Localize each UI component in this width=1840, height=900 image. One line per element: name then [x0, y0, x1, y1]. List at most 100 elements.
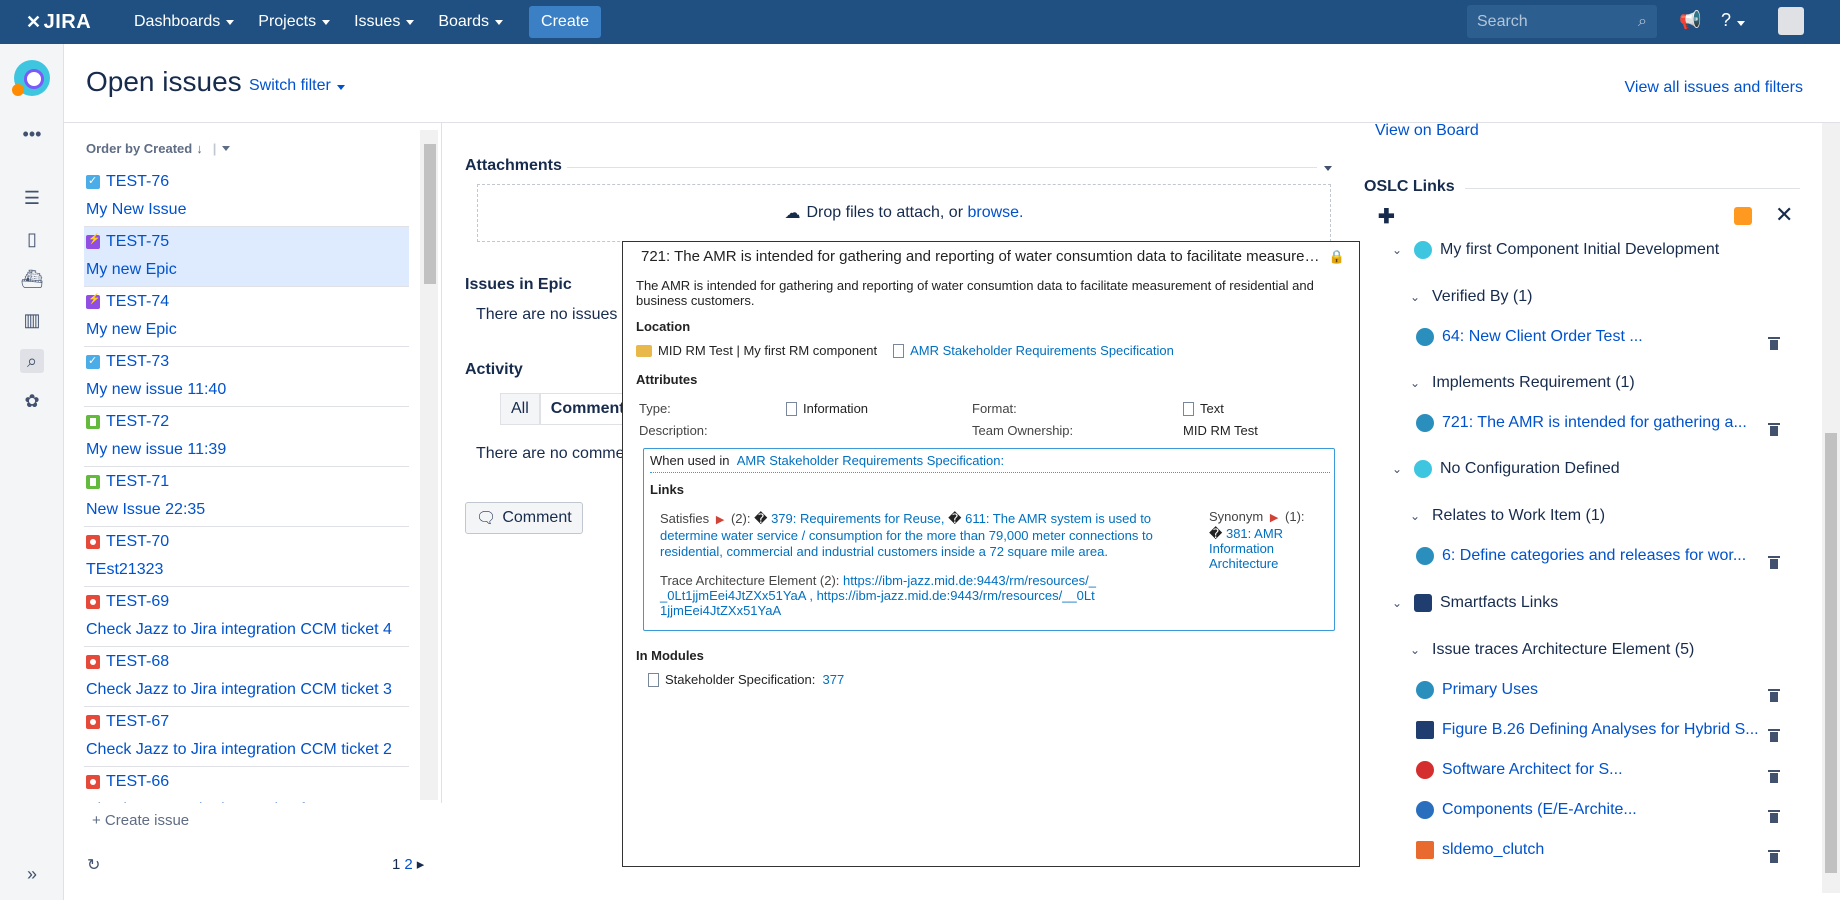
issue-key[interactable]: TEST-73 [86, 353, 409, 371]
issue-key[interactable]: TEST-67 [86, 713, 409, 731]
tree-node-no-config[interactable]: ⌄ No Configuration Defined [1392, 460, 1620, 478]
issue-summary[interactable]: Check Jazz to Jira integration CCM ticke… [86, 681, 409, 699]
module-link[interactable]: 377 [823, 672, 845, 687]
popup-description: The AMR is intended for gathering and re… [636, 278, 1314, 308]
issue-key[interactable]: TEST-66 [86, 773, 409, 791]
search-input[interactable]: Search ⌕ [1467, 5, 1657, 38]
oslc-link-figure[interactable]: Figure B.26 Defining Analyses for Hybrid… [1416, 721, 1759, 739]
close-icon[interactable]: ✕ [1775, 202, 1793, 228]
jira-logo[interactable]: ✕ JIRA [26, 11, 110, 34]
comment-button[interactable]: 🗨 Comment [465, 502, 583, 534]
list-item[interactable]: TEST-70 TEst21323 [84, 527, 409, 587]
list-item[interactable]: TEST-74 My new Epic [84, 287, 409, 347]
location-doc-link[interactable]: AMR Stakeholder Requirements Specificati… [910, 343, 1174, 358]
list-item[interactable]: TEST-71 New Issue 22:35 [84, 467, 409, 527]
panel-scrollbar[interactable] [1822, 123, 1840, 893]
attachment-dropzone[interactable]: ☁ Drop files to attach, or browse. [477, 184, 1331, 242]
page-2-link[interactable]: 2 [404, 856, 412, 873]
oslc-link-test[interactable]: 64: New Client Order Test ... [1416, 328, 1643, 346]
reports-icon[interactable]: ▥ [20, 308, 44, 332]
user-avatar[interactable] [1778, 7, 1804, 35]
delete-icon[interactable] [1767, 334, 1781, 350]
issue-summary[interactable]: New Issue 22:35 [86, 501, 409, 519]
delete-icon[interactable] [1767, 767, 1781, 783]
issues-icon[interactable]: ⌕ [20, 349, 44, 373]
tree-node-traces[interactable]: ⌄ Issue traces Architecture Element (5) [1410, 641, 1694, 659]
tree-node-verified-by[interactable]: ⌄ Verified By (1) [1410, 288, 1532, 306]
refresh-icon[interactable]: ↻ [87, 855, 100, 875]
delete-icon[interactable] [1767, 847, 1781, 863]
issue-summary[interactable]: Check Jazz to Jira integration CCM ticke… [86, 621, 409, 639]
issue-key[interactable]: TEST-70 [86, 533, 409, 551]
nav-boards[interactable]: Boards [438, 13, 504, 31]
switch-filter-dropdown[interactable]: Switch filter [249, 77, 345, 95]
list-item[interactable]: TEST-68 Check Jazz to Jira integration CC… [84, 647, 409, 707]
create-button[interactable]: Create [529, 6, 602, 38]
oslc-link-requirement[interactable]: 721: The AMR is intended for gathering a… [1416, 414, 1747, 432]
view-all-issues-link[interactable]: View all issues and filters [1625, 79, 1803, 97]
triangle-right-icon: ▶ [712, 514, 728, 526]
oslc-link-work-item[interactable]: 6: Define categories and releases for wo… [1416, 547, 1746, 565]
add-link-icon[interactable]: ✚ [1378, 204, 1395, 229]
order-by-button[interactable]: Order by Created ↓ | [86, 141, 231, 156]
list-scrollbar[interactable] [420, 130, 438, 800]
backlog-icon[interactable]: ☰ [20, 186, 44, 210]
delete-icon[interactable] [1767, 686, 1781, 702]
delete-icon[interactable] [1767, 726, 1781, 742]
oslc-config-icon[interactable] [1734, 207, 1752, 225]
announcement-icon[interactable]: 📢 [1679, 10, 1701, 31]
tree-node-component[interactable]: ⌄ My first Component Initial Development [1392, 241, 1719, 259]
chevron-down-icon[interactable] [1324, 166, 1332, 171]
issue-summary[interactable]: My New Issue [86, 201, 409, 219]
oslc-link-sldemo[interactable]: sldemo_clutch [1416, 841, 1544, 859]
create-issue-link[interactable]: + Create issue [92, 812, 189, 829]
issue-key[interactable]: TEST-75 [86, 233, 409, 251]
delete-icon[interactable] [1767, 420, 1781, 436]
list-item[interactable]: TEST-76 My New Issue [84, 167, 409, 227]
addons-icon[interactable]: ✿ [20, 389, 44, 413]
tree-node-smartfacts[interactable]: ⌄ Smartfacts Links [1392, 594, 1558, 612]
expand-sidebar-icon[interactable]: » [20, 862, 44, 886]
list-item[interactable]: TEST-67 Check Jazz to Jira integration CC… [84, 707, 409, 767]
issue-summary[interactable]: My new Epic [86, 321, 409, 339]
tab-all[interactable]: All [500, 393, 540, 425]
used-in-link[interactable]: AMR Stakeholder Requirements Specificati… [737, 453, 1004, 468]
nav-dashboards[interactable]: Dashboards [134, 13, 235, 31]
scrollbar-thumb[interactable] [1825, 433, 1837, 873]
tree-node-implements[interactable]: ⌄ Implements Requirement (1) [1410, 374, 1635, 392]
list-item[interactable]: TEST-73 My new issue 11:40 [84, 347, 409, 407]
list-item[interactable]: TEST-75 My new Epic [84, 227, 409, 287]
issue-summary[interactable]: My new Epic [86, 261, 409, 279]
oslc-link-architect[interactable]: Software Architect for S... [1416, 761, 1623, 779]
browse-link[interactable]: browse. [967, 204, 1023, 222]
issue-key[interactable]: TEST-76 [86, 173, 409, 191]
nav-projects[interactable]: Projects [258, 13, 331, 31]
issue-summary[interactable]: My new issue 11:39 [86, 441, 409, 459]
scrollbar-thumb[interactable] [424, 144, 436, 284]
next-page-icon[interactable]: ▸ [417, 855, 425, 873]
issue-summary[interactable]: TEst21323 [86, 561, 409, 579]
tree-node-relates[interactable]: ⌄ Relates to Work Item (1) [1410, 507, 1605, 525]
list-item[interactable]: TEST-69 Check Jazz to Jira integration CC… [84, 587, 409, 647]
help-icon[interactable]: ? [1721, 10, 1746, 31]
releases-icon[interactable]: ⛴ [20, 267, 44, 291]
issue-key[interactable]: TEST-72 [86, 413, 409, 431]
list-item[interactable]: TEST-66 Check Jazz to Jira integration fo… [84, 767, 409, 803]
satisfies-link-379[interactable]: 379: Requirements for Reuse, [771, 511, 944, 526]
issue-key[interactable]: TEST-68 [86, 653, 409, 671]
issue-summary[interactable]: Check Jazz to Jira integration CCM ticke… [86, 741, 409, 759]
delete-icon[interactable] [1767, 807, 1781, 823]
list-item[interactable]: TEST-72 My new issue 11:39 [84, 407, 409, 467]
issue-summary[interactable]: My new issue 11:40 [86, 381, 409, 399]
issue-key[interactable]: TEST-69 [86, 593, 409, 611]
nav-issues[interactable]: Issues [354, 13, 415, 31]
oslc-link-primary-uses[interactable]: Primary Uses [1416, 681, 1538, 699]
more-icon[interactable]: ••• [20, 122, 44, 146]
issue-key[interactable]: TEST-74 [86, 293, 409, 311]
delete-icon[interactable] [1767, 553, 1781, 569]
issue-summary[interactable]: Check Jazz to Jira integration for CCM [86, 801, 409, 803]
view-on-board-link[interactable]: View on Board [1375, 122, 1479, 140]
board-icon[interactable]: ▯ [20, 227, 44, 251]
issue-key[interactable]: TEST-71 [86, 473, 409, 491]
oslc-link-components[interactable]: Components (E/E-Archite... [1416, 801, 1637, 819]
